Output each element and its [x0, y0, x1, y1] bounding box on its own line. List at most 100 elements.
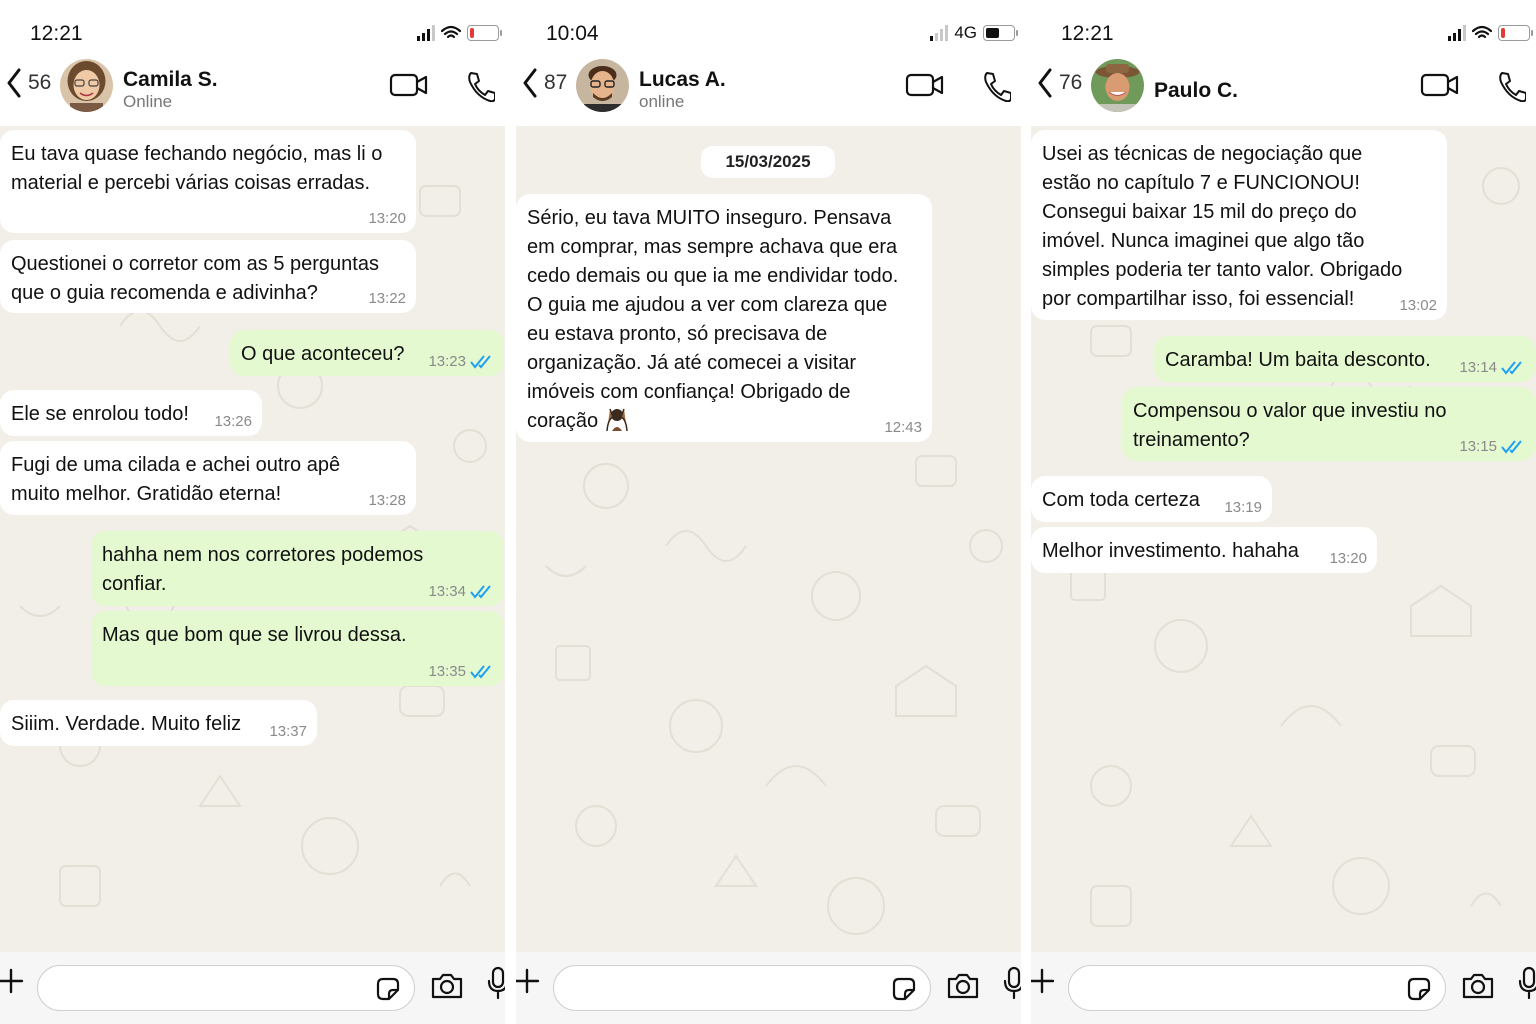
- message-bubble[interactable]: Compensou o valor que investiu no treina…: [1122, 387, 1535, 461]
- microphone-icon[interactable]: [1518, 966, 1536, 1000]
- date-separator: 15/03/2025: [701, 146, 835, 178]
- message-bubble[interactable]: Eu tava quase fechando negócio, mas li o…: [0, 130, 416, 233]
- camera-icon[interactable]: [430, 972, 464, 1000]
- video-camera-icon[interactable]: [389, 72, 429, 98]
- plus-icon[interactable]: [516, 968, 540, 994]
- raising-hands-emoji: [605, 408, 628, 432]
- double-check-icon: [1501, 440, 1522, 454]
- message-time: 13:22: [368, 290, 406, 307]
- battery-icon: [467, 25, 502, 41]
- message-input[interactable]: [37, 965, 415, 1011]
- wifi-icon: [441, 25, 461, 39]
- message-text: Usei as técnicas de negociação que estão…: [1042, 143, 1403, 310]
- message-bubble[interactable]: Ele se enrolou todo! 13:26: [0, 390, 262, 436]
- message-bubble[interactable]: Questionei o corretor com as 5 perguntas…: [0, 240, 416, 313]
- message-bubble[interactable]: Mas que bom que se livrou dessa. 13:35: [91, 611, 504, 686]
- camera-icon[interactable]: [1461, 972, 1495, 1000]
- signal-icon: [930, 25, 949, 41]
- microphone-icon[interactable]: [487, 966, 505, 1000]
- plus-icon[interactable]: [0, 968, 24, 994]
- chat-header: 12:21 76 Paulo C.: [1031, 0, 1536, 126]
- message-bubble[interactable]: Usei as técnicas de negociação que estão…: [1031, 130, 1447, 320]
- message-time: 13:26: [214, 413, 252, 430]
- message-bubble[interactable]: O que aconteceu? 13:23: [230, 330, 504, 376]
- camera-icon[interactable]: [946, 972, 980, 1000]
- status-time: 12:21: [30, 22, 83, 45]
- wifi-icon: [1472, 25, 1492, 39]
- network-label: 4G: [954, 23, 977, 42]
- chat-area[interactable]: Eu tava quase fechando negócio, mas li o…: [0, 126, 505, 952]
- sticker-icon[interactable]: [1405, 975, 1433, 1003]
- message-text: Siiim. Verdade. Muito feliz: [11, 713, 242, 735]
- double-check-icon: [470, 665, 491, 679]
- message-time: 13:15: [1459, 438, 1497, 455]
- message-bubble[interactable]: Melhor investimento. hahaha 13:20: [1031, 527, 1377, 573]
- signal-icon: [417, 25, 435, 41]
- phone-icon[interactable]: [1496, 70, 1526, 102]
- message-bubble[interactable]: Siiim. Verdade. Muito feliz 13:37: [0, 700, 317, 746]
- chat-area[interactable]: Usei as técnicas de negociação que estão…: [1031, 126, 1536, 952]
- contact-name[interactable]: Camila S.: [123, 68, 218, 92]
- status-icons: [417, 22, 502, 44]
- back-button[interactable]: 76: [1037, 68, 1082, 98]
- chevron-left-icon: [1038, 68, 1052, 98]
- status-icons: [1448, 22, 1533, 44]
- message-time: 13:14: [1459, 359, 1497, 376]
- chat-header: 12:21 56 Camila S. Online: [0, 0, 505, 126]
- avatar[interactable]: [576, 59, 629, 112]
- message-composer: [516, 952, 1021, 1024]
- message-bubble[interactable]: Caramba! Um baita desconto. 13:14: [1154, 336, 1535, 382]
- message-time: 13:34: [428, 583, 466, 600]
- message-bubble[interactable]: Fugi de uma cilada e achei outro apê mui…: [0, 441, 416, 515]
- chat-area[interactable]: 15/03/2025 Sério, eu tava MUITO inseguro…: [516, 126, 1021, 952]
- message-time: 13:20: [1329, 550, 1367, 567]
- message-bubble[interactable]: Com toda certeza 13:19: [1031, 476, 1272, 522]
- message-text: Eu tava quase fechando negócio, mas li o…: [11, 143, 383, 194]
- avatar[interactable]: [1091, 59, 1144, 112]
- message-time: 13:19: [1224, 499, 1262, 516]
- message-time: 13:37: [269, 723, 307, 740]
- message-text: Melhor investimento. hahaha: [1042, 540, 1299, 562]
- message-time: 13:20: [368, 210, 406, 227]
- message-text: Questionei o corretor com as 5 perguntas…: [11, 253, 379, 304]
- back-button[interactable]: 56: [6, 68, 51, 98]
- chevron-left-icon: [7, 68, 21, 98]
- unread-count: 76: [1059, 71, 1083, 94]
- phone-icon[interactable]: [981, 70, 1011, 102]
- double-check-icon: [470, 585, 491, 599]
- battery-icon: [983, 25, 1018, 41]
- sticker-icon[interactable]: [374, 975, 402, 1003]
- message-bubble[interactable]: hahha nem nos corretores podemos confiar…: [91, 531, 504, 606]
- message-time: 12:43: [884, 419, 922, 436]
- phone-icon[interactable]: [465, 70, 495, 102]
- video-camera-icon[interactable]: [1420, 72, 1460, 98]
- message-composer: [0, 952, 505, 1024]
- message-time: 13:23: [428, 353, 466, 370]
- chevron-left-icon: [523, 68, 537, 98]
- microphone-icon[interactable]: [1003, 966, 1021, 1000]
- back-button[interactable]: 87: [522, 68, 567, 98]
- chat-header: 10:04 4G 87 Lucas A. online: [516, 0, 1021, 126]
- status-time: 10:04: [546, 22, 599, 45]
- message-text: Mas que bom que se livrou dessa.: [102, 624, 407, 646]
- contact-status: Online: [123, 92, 173, 111]
- sticker-icon[interactable]: [890, 975, 918, 1003]
- chat-screen-lucas: 15/03/2025 Sério, eu tava MUITO inseguro…: [516, 0, 1021, 1024]
- message-input[interactable]: [553, 965, 931, 1011]
- message-time: 13:28: [368, 492, 406, 509]
- contact-name[interactable]: Lucas A.: [639, 68, 726, 92]
- message-input[interactable]: [1068, 965, 1446, 1011]
- message-text: Fugi de uma cilada e achei outro apê mui…: [11, 454, 341, 505]
- avatar[interactable]: [60, 59, 113, 112]
- video-camera-icon[interactable]: [905, 72, 945, 98]
- battery-icon: [1498, 25, 1533, 41]
- status-icons: 4G: [930, 22, 1018, 44]
- plus-icon[interactable]: [1031, 968, 1055, 994]
- unread-count: 56: [28, 71, 52, 94]
- message-time: 13:02: [1399, 297, 1437, 314]
- message-bubble[interactable]: Sério, eu tava MUITO inseguro. Pensava e…: [516, 194, 932, 442]
- unread-count: 87: [544, 71, 568, 94]
- contact-name[interactable]: Paulo C.: [1154, 79, 1238, 103]
- double-check-icon: [1501, 361, 1522, 375]
- message-time: 13:35: [428, 663, 466, 680]
